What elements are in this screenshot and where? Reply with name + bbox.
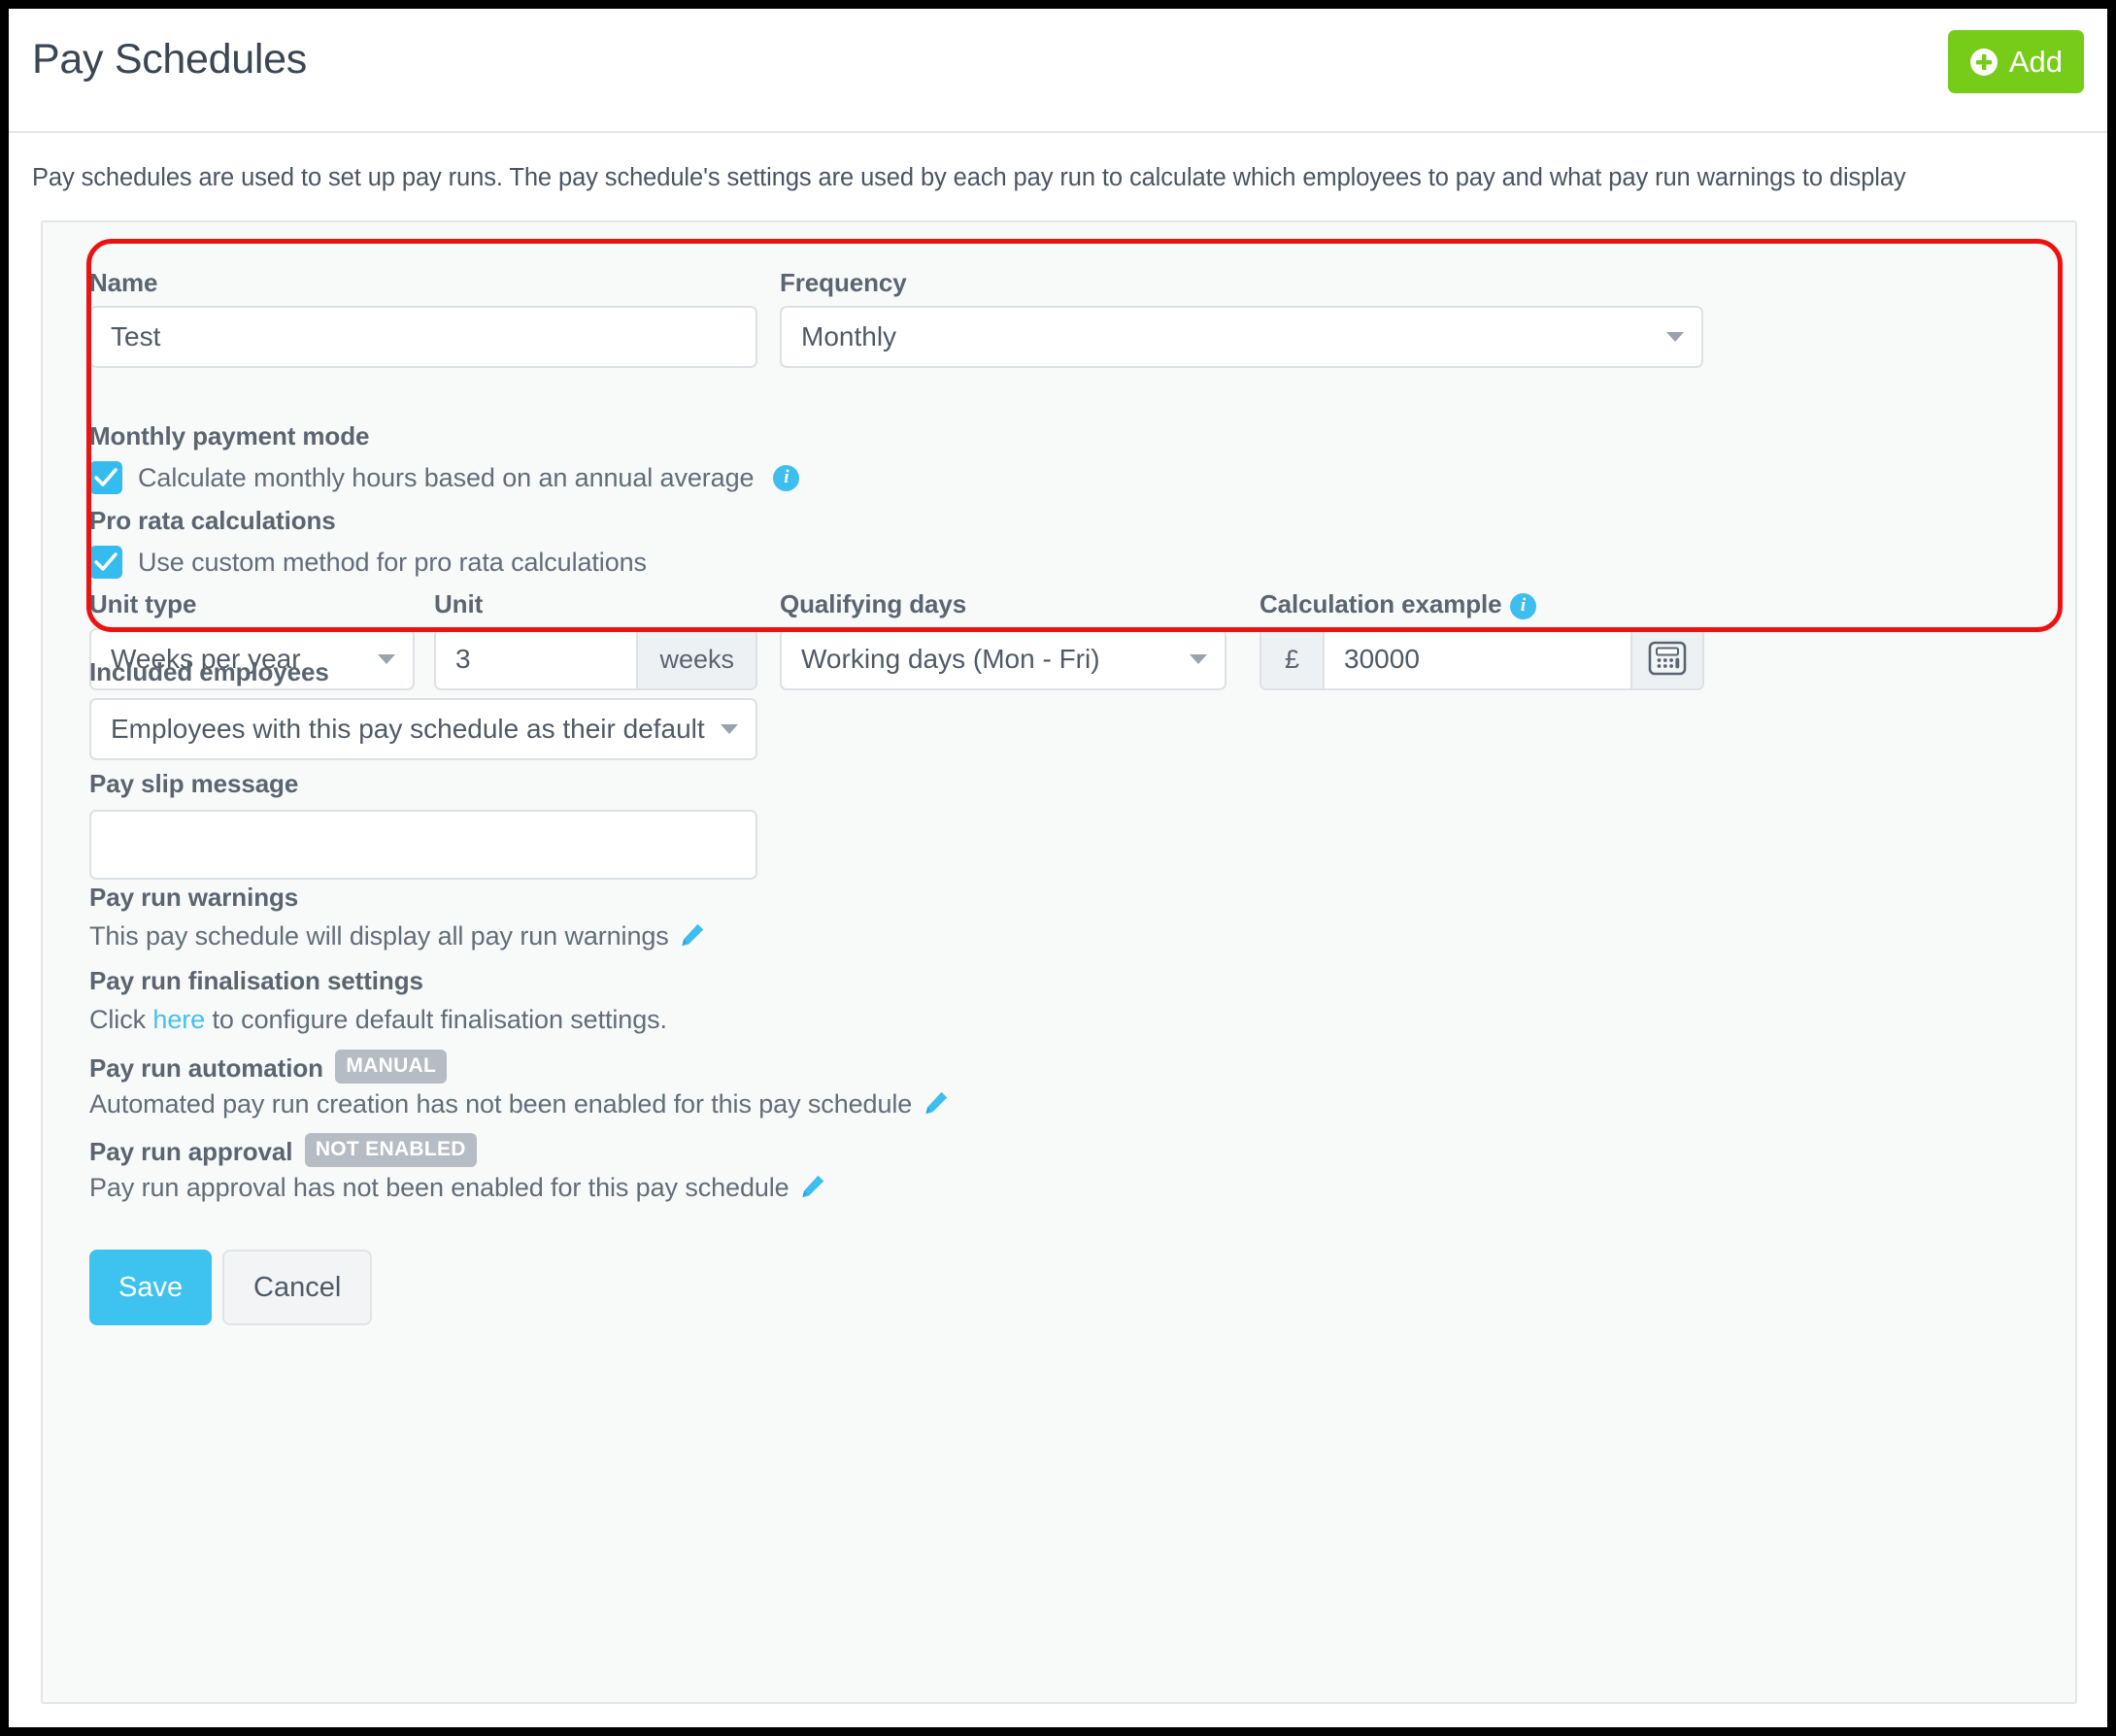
calculation-example-group[interactable]: £ 30000	[1260, 628, 1704, 690]
pro-rata-checkbox-label: Use custom method for pro rata calculati…	[138, 548, 647, 578]
pay-run-approval-label: Pay run approval	[89, 1137, 292, 1166]
add-button-label: Add	[2009, 45, 2063, 80]
calculation-example-input[interactable]: 30000	[1325, 630, 1630, 688]
monthly-average-checkbox-row[interactable]: Calculate monthly hours based on an annu…	[89, 461, 799, 494]
pro-rata-label-wrap: Pro rata calculations	[89, 506, 336, 536]
page-title: Pay Schedules	[32, 36, 307, 83]
unit-input-value[interactable]: 3	[436, 630, 636, 688]
plus-circle-icon	[1969, 48, 1998, 77]
unit-type-label-wrap: Unit type	[89, 589, 196, 619]
pro-rata-checkbox-row[interactable]: Use custom method for pro rata calculati…	[89, 546, 647, 579]
pay-slip-message-textarea[interactable]	[89, 810, 757, 880]
unit-type-label: Unit type	[89, 589, 196, 619]
qualifying-days-value: Working days (Mon - Fri)	[801, 644, 1100, 675]
app-window: Pay Schedules Add Pay schedules are used…	[9, 9, 2107, 1727]
pay-run-warnings-label-wrap: Pay run warnings	[89, 883, 298, 913]
name-label-wrap: Name	[89, 268, 157, 298]
name-input[interactable]: Test	[89, 306, 757, 368]
chevron-down-icon	[1190, 654, 1207, 664]
pay-run-approval-text-wrap: Pay run approval has not been enabled fo…	[89, 1173, 825, 1203]
save-button[interactable]: Save	[89, 1250, 212, 1325]
included-employees-value: Employees with this pay schedule as thei…	[111, 714, 705, 745]
pay-run-approval-status-badge: NOT ENABLED	[305, 1133, 477, 1167]
pay-run-automation-label: Pay run automation	[89, 1053, 323, 1083]
pay-run-approval-label-wrap: Pay run approval NOT ENABLED	[89, 1133, 477, 1167]
chevron-down-icon	[1666, 332, 1684, 342]
pay-slip-message-label-wrap: Pay slip message	[89, 769, 298, 799]
pay-run-finalisation-label: Pay run finalisation settings	[89, 966, 423, 995]
pay-slip-message-label: Pay slip message	[89, 769, 298, 799]
cancel-button[interactable]: Cancel	[222, 1250, 372, 1325]
name-label: Name	[89, 268, 157, 298]
pro-rata-checkbox[interactable]	[89, 546, 122, 579]
unit-label: Unit	[434, 589, 483, 619]
pay-run-finalisation-text-wrap: Click here to configure default finalisa…	[89, 1005, 667, 1035]
page-header: Pay Schedules Add	[9, 9, 2107, 133]
pay-run-automation-text-wrap: Automated pay run creation has not been …	[89, 1089, 949, 1119]
pay-run-warnings-edit-pencil-icon[interactable]	[680, 922, 705, 948]
pay-run-automation-label-wrap: Pay run automation MANUAL	[89, 1050, 447, 1084]
calculation-example-label: Calculation example	[1260, 589, 1502, 619]
finalisation-here-link[interactable]: here	[152, 1005, 205, 1034]
calculator-button[interactable]	[1630, 630, 1702, 688]
frequency-label: Frequency	[780, 268, 907, 298]
pay-run-warnings-text-wrap: This pay schedule will display all pay r…	[89, 921, 705, 951]
included-employees-label: Included employees	[89, 657, 329, 687]
currency-symbol: £	[1261, 630, 1325, 688]
frequency-label-wrap: Frequency	[780, 268, 907, 298]
finalisation-text-after: to configure default finalisation settin…	[205, 1005, 667, 1034]
included-employees-label-wrap: Included employees	[89, 657, 329, 687]
included-employees-select[interactable]: Employees with this pay schedule as thei…	[89, 698, 757, 760]
frequency-select[interactable]: Monthly	[780, 306, 1703, 368]
intro-text: Pay schedules are used to set up pay run…	[32, 164, 1906, 192]
calculation-example-info-icon[interactable]: i	[1510, 593, 1536, 619]
frequency-value: Monthly	[801, 321, 896, 352]
monthly-average-info-icon[interactable]: i	[773, 465, 799, 491]
calculator-icon	[1648, 641, 1687, 679]
pay-run-approval-edit-pencil-icon[interactable]	[800, 1174, 825, 1199]
monthly-payment-mode-label: Monthly payment mode	[89, 421, 369, 451]
monthly-payment-mode-label-wrap: Monthly payment mode	[89, 421, 369, 451]
unit-label-wrap: Unit	[434, 589, 483, 619]
pay-run-warnings-label: Pay run warnings	[89, 883, 298, 912]
pro-rata-label: Pro rata calculations	[89, 506, 336, 535]
pay-run-warnings-text: This pay schedule will display all pay r…	[89, 921, 669, 951]
pay-run-automation-status-badge: MANUAL	[335, 1050, 447, 1084]
unit-addon-label: weeks	[636, 630, 756, 688]
finalisation-text-before: Click	[89, 1005, 152, 1034]
chevron-down-icon	[721, 724, 738, 734]
pay-run-approval-text: Pay run approval has not been enabled fo…	[89, 1173, 789, 1202]
monthly-average-checkbox-label: Calculate monthly hours based on an annu…	[138, 463, 754, 493]
add-button[interactable]: Add	[1948, 30, 2084, 93]
name-input-value: Test	[111, 321, 160, 352]
unit-input-group[interactable]: 3 weeks	[434, 628, 757, 690]
pay-run-automation-edit-pencil-icon[interactable]	[924, 1090, 949, 1116]
monthly-average-checkbox[interactable]	[89, 461, 122, 494]
qualifying-days-select[interactable]: Working days (Mon - Fri)	[780, 628, 1226, 690]
qualifying-days-label: Qualifying days	[780, 589, 966, 619]
pay-run-finalisation-label-wrap: Pay run finalisation settings	[89, 966, 423, 996]
pay-schedule-form-panel: Name Test Frequency Monthly Monthly paym…	[41, 220, 2077, 1704]
qualifying-days-label-wrap: Qualifying days	[780, 589, 966, 619]
chevron-down-icon	[378, 654, 395, 664]
pay-run-automation-text: Automated pay run creation has not been …	[89, 1089, 912, 1118]
calculation-example-label-wrap: Calculation example i	[1260, 589, 1536, 619]
